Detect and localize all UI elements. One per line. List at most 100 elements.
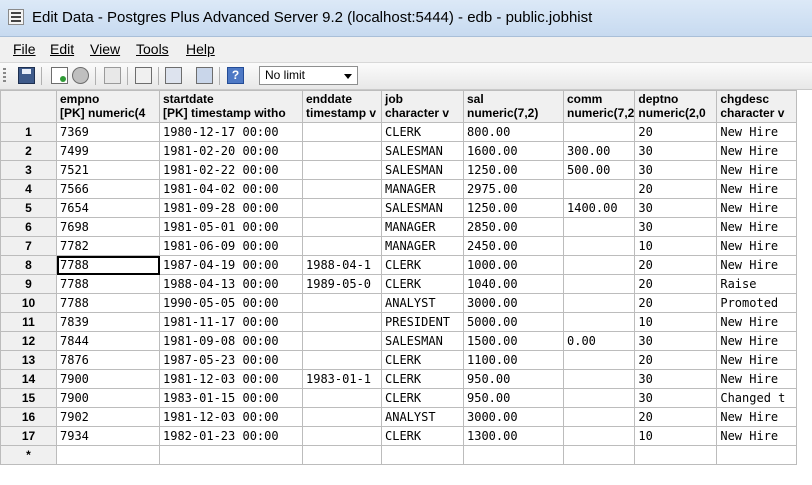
- cell-job[interactable]: CLERK: [381, 426, 464, 446]
- cell-startdate[interactable]: 1981-06-09 00:00: [159, 236, 303, 256]
- toolbar-grip[interactable]: [3, 68, 6, 84]
- cell-empno[interactable]: 7788: [56, 274, 160, 294]
- row-number[interactable]: 15: [0, 388, 57, 408]
- new-cell-sal[interactable]: [463, 445, 564, 465]
- cell-comm[interactable]: 500.00: [562, 160, 636, 180]
- cell-enddate[interactable]: 1988-04-1: [302, 255, 382, 275]
- cell-chgdesc[interactable]: Raise: [716, 274, 798, 294]
- cell-enddate[interactable]: [302, 407, 382, 427]
- column-header-enddate[interactable]: enddate timestamp v: [302, 90, 382, 123]
- cell-startdate[interactable]: 1987-05-23 00:00: [159, 350, 303, 370]
- cell-empno[interactable]: 7934: [56, 426, 160, 446]
- cell-comm[interactable]: [562, 122, 636, 142]
- cell-enddate[interactable]: [302, 312, 382, 332]
- cell-deptno[interactable]: 20: [634, 255, 718, 275]
- cell-startdate[interactable]: 1988-04-13 00:00: [159, 274, 303, 294]
- cell-startdate[interactable]: 1987-04-19 00:00: [159, 255, 303, 275]
- cell-empno[interactable]: 7698: [56, 217, 160, 237]
- cell-deptno[interactable]: 20: [634, 350, 718, 370]
- cell-startdate[interactable]: 1982-01-23 00:00: [159, 426, 303, 446]
- table-row[interactable]: 13 7876 1987-05-23 00:00 CLERK 1100.00 20 New …: [0, 350, 798, 370]
- row-number[interactable]: 8: [0, 255, 57, 275]
- row-number[interactable]: 16: [0, 407, 57, 427]
- help-icon[interactable]: ?: [227, 67, 244, 84]
- table-row[interactable]: 5 7654 1981-09-28 00:00 SALESMAN 1250.00 1400…: [0, 198, 798, 218]
- cell-enddate[interactable]: [302, 426, 382, 446]
- cell-empno[interactable]: 7900: [56, 388, 160, 408]
- cell-comm[interactable]: 0.00: [562, 331, 636, 351]
- cell-empno[interactable]: 7566: [56, 179, 160, 199]
- cell-startdate[interactable]: 1981-11-17 00:00: [159, 312, 303, 332]
- cell-job[interactable]: MANAGER: [381, 179, 464, 199]
- copy-icon[interactable]: [104, 67, 121, 84]
- new-row-marker[interactable]: *: [0, 445, 57, 465]
- new-cell-enddate[interactable]: [302, 445, 382, 465]
- cell-chgdesc[interactable]: New Hire: [716, 236, 798, 256]
- cell-empno[interactable]: 7876: [56, 350, 160, 370]
- cell-job[interactable]: MANAGER: [381, 217, 464, 237]
- table-row[interactable]: 7 7782 1981-06-09 00:00 MANAGER 2450.00 10 New…: [0, 236, 798, 256]
- cell-job[interactable]: CLERK: [381, 274, 464, 294]
- cell-sal[interactable]: 950.00: [463, 369, 564, 389]
- cell-deptno[interactable]: 30: [634, 141, 718, 161]
- cell-enddate[interactable]: [302, 331, 382, 351]
- cell-startdate[interactable]: 1990-05-05 00:00: [159, 293, 303, 313]
- cell-enddate[interactable]: 1989-05-0: [302, 274, 382, 294]
- row-number[interactable]: 14: [0, 369, 57, 389]
- menu-help[interactable]: Help: [186, 41, 215, 57]
- cell-sal[interactable]: 5000.00: [463, 312, 564, 332]
- cell-chgdesc[interactable]: New Hire: [716, 179, 798, 199]
- row-number[interactable]: 6: [0, 217, 57, 237]
- cell-job[interactable]: SALESMAN: [381, 141, 464, 161]
- cell-sal[interactable]: 1250.00: [463, 160, 564, 180]
- column-header-startdate[interactable]: startdate [PK] timestamp witho: [159, 90, 303, 123]
- cell-job[interactable]: CLERK: [381, 388, 464, 408]
- cell-chgdesc[interactable]: New Hire: [716, 350, 798, 370]
- row-number[interactable]: 17: [0, 426, 57, 446]
- cell-sal[interactable]: 950.00: [463, 388, 564, 408]
- cell-deptno[interactable]: 30: [634, 160, 718, 180]
- cell-empno[interactable]: 7900: [56, 369, 160, 389]
- table-row[interactable]: 3 7521 1981-02-22 00:00 SALESMAN 1250.00 500.…: [0, 160, 798, 180]
- cell-comm[interactable]: [562, 179, 636, 199]
- row-number[interactable]: 9: [0, 274, 57, 294]
- table-row[interactable]: 2 7499 1981-02-20 00:00 SALESMAN 1600.00 300.…: [0, 141, 798, 161]
- cell-comm[interactable]: [562, 293, 636, 313]
- table-row[interactable]: 16 7902 1981-12-03 00:00 ANALYST 3000.00 20 Ne…: [0, 407, 798, 427]
- filter-icon[interactable]: [196, 67, 213, 84]
- cell-job[interactable]: CLERK: [381, 255, 464, 275]
- cell-job[interactable]: CLERK: [381, 122, 464, 142]
- new-row[interactable]: *: [0, 445, 798, 465]
- cell-sal[interactable]: 1300.00: [463, 426, 564, 446]
- cell-deptno[interactable]: 30: [634, 369, 718, 389]
- new-cell-empno[interactable]: [56, 445, 160, 465]
- row-number[interactable]: 4: [0, 179, 57, 199]
- save-icon[interactable]: [18, 67, 35, 84]
- cell-chgdesc[interactable]: New Hire: [716, 122, 798, 142]
- cell-deptno[interactable]: 10: [634, 312, 718, 332]
- cell-deptno[interactable]: 30: [634, 217, 718, 237]
- cell-empno[interactable]: 7788: [56, 293, 160, 313]
- cell-chgdesc[interactable]: New Hire: [716, 160, 798, 180]
- cell-startdate[interactable]: 1981-12-03 00:00: [159, 407, 303, 427]
- cell-chgdesc[interactable]: New Hire: [716, 407, 798, 427]
- table-row[interactable]: 10 7788 1990-05-05 00:00 ANALYST 3000.00 20 Pr…: [0, 293, 798, 313]
- cell-sal[interactable]: 3000.00: [463, 293, 564, 313]
- cell-sal[interactable]: 1000.00: [463, 255, 564, 275]
- cell-startdate[interactable]: 1981-02-20 00:00: [159, 141, 303, 161]
- cell-enddate[interactable]: [302, 141, 382, 161]
- menu-edit[interactable]: Edit: [50, 41, 74, 57]
- cell-chgdesc[interactable]: Promoted: [716, 293, 798, 313]
- new-cell-comm[interactable]: [562, 445, 636, 465]
- cell-sal[interactable]: 2850.00: [463, 217, 564, 237]
- cell-comm[interactable]: [562, 274, 636, 294]
- column-header-deptno[interactable]: deptno numeric(2,0: [634, 90, 718, 123]
- add-row-icon[interactable]: [51, 67, 68, 84]
- cell-deptno[interactable]: 20: [634, 293, 718, 313]
- cell-startdate[interactable]: 1983-01-15 00:00: [159, 388, 303, 408]
- cell-enddate[interactable]: [302, 160, 382, 180]
- table-row[interactable]: 9 7788 1988-04-13 00:00 1989-05-0 CLERK 1040.…: [0, 274, 798, 294]
- row-number[interactable]: 10: [0, 293, 57, 313]
- cell-empno[interactable]: 7788: [56, 255, 160, 275]
- cell-deptno[interactable]: 30: [634, 388, 718, 408]
